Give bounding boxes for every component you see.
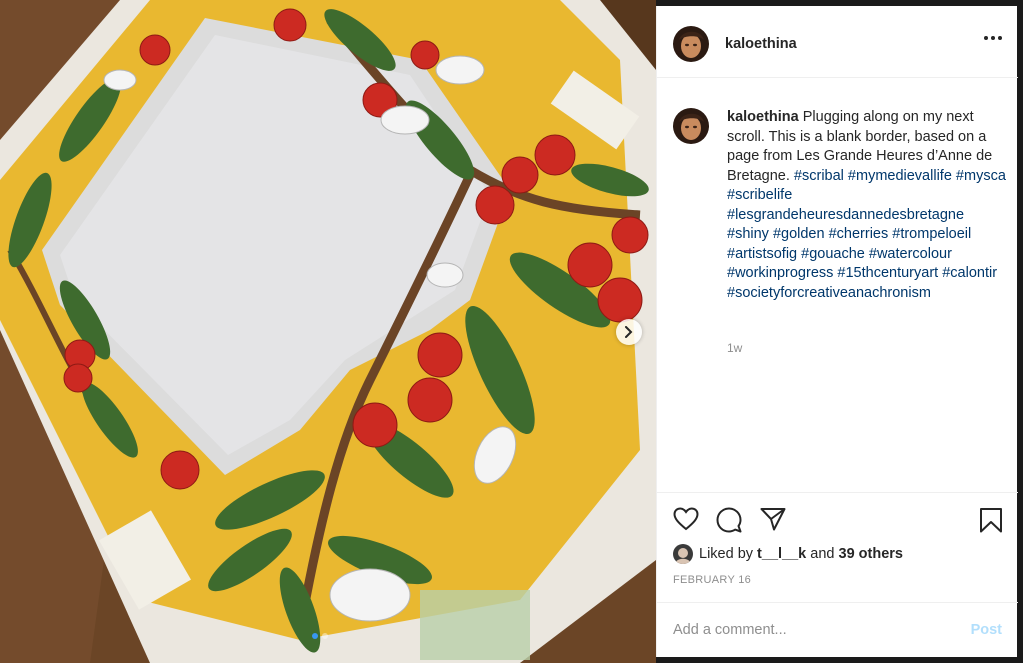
post-comment-button[interactable]: Post: [971, 622, 1002, 638]
heart-icon[interactable]: [673, 507, 699, 531]
hashtag-link[interactable]: #workinprogress: [727, 265, 833, 281]
paper-plane-icon[interactable]: [760, 507, 786, 531]
carousel-indicator: [312, 633, 328, 639]
hashtag-link[interactable]: #cherries: [829, 226, 889, 242]
hashtag-list: #scribal #mymedievallife #mysca #scribel…: [727, 168, 1006, 301]
hashtag-link[interactable]: #15thcenturyart: [837, 265, 938, 281]
post-caption: kaloethina Plugging along on my next scr…: [727, 108, 1009, 303]
carousel-next-button[interactable]: [616, 319, 642, 345]
likes-and: and: [810, 546, 835, 562]
hashtag-link[interactable]: #mymedievallife: [848, 168, 952, 184]
hashtag-link[interactable]: #watercolour: [869, 246, 952, 262]
likes-prefix: Liked by: [699, 546, 754, 562]
profile-photo: [673, 26, 709, 62]
likes-others-link[interactable]: 39 others: [839, 546, 903, 562]
hashtag-link[interactable]: #lesgrandeheuresdannedesbretagne: [727, 207, 964, 223]
post-date[interactable]: FEBRUARY 16: [673, 574, 751, 586]
instagram-post-modal: kaloethina kaloethina Plugging along on …: [0, 0, 1023, 663]
carousel-dot-active: [312, 633, 318, 639]
comment-icon[interactable]: [716, 507, 742, 533]
post-actions: Liked by t__l__k and 39 others FEBRUARY …: [657, 492, 1018, 612]
hashtag-link[interactable]: #artistsofig: [727, 246, 797, 262]
post-side-panel: kaloethina kaloethina Plugging along on …: [656, 6, 1018, 657]
hashtag-link[interactable]: #mysca: [956, 168, 1006, 184]
bookmark-icon[interactable]: [979, 507, 1003, 533]
post-photo: [0, 0, 656, 663]
likes-summary: Liked by t__l__k and 39 others: [673, 543, 903, 565]
comment-input[interactable]: [673, 618, 943, 642]
profile-photo: [673, 108, 709, 144]
hashtag-link[interactable]: #calontir: [942, 265, 997, 281]
hashtag-link[interactable]: #scribal: [794, 168, 844, 184]
caption-avatar[interactable]: [673, 108, 709, 144]
hashtag-link[interactable]: #scribelife: [727, 187, 792, 203]
hashtag-link[interactable]: #trompeloeil: [892, 226, 971, 242]
more-options-icon[interactable]: [984, 36, 1002, 40]
hashtag-link[interactable]: #societyforcreativeanachronism: [727, 285, 931, 301]
carousel-dot: [322, 633, 328, 639]
post-time-ago[interactable]: 1w: [727, 341, 742, 355]
hashtag-link[interactable]: #gouache: [801, 246, 865, 262]
liker-avatar[interactable]: [673, 544, 693, 564]
caption-username[interactable]: kaloethina: [727, 109, 799, 125]
header-username[interactable]: kaloethina: [725, 36, 797, 52]
hashtag-link[interactable]: #shiny: [727, 226, 769, 242]
avatar[interactable]: [673, 26, 709, 62]
liker-username[interactable]: t__l__k: [757, 546, 806, 562]
chevron-right-icon: [625, 326, 633, 338]
post-header: kaloethina: [657, 6, 1018, 78]
post-media: [0, 0, 656, 663]
hashtag-link[interactable]: #golden: [773, 226, 825, 242]
comment-bar: Post: [657, 602, 1018, 657]
